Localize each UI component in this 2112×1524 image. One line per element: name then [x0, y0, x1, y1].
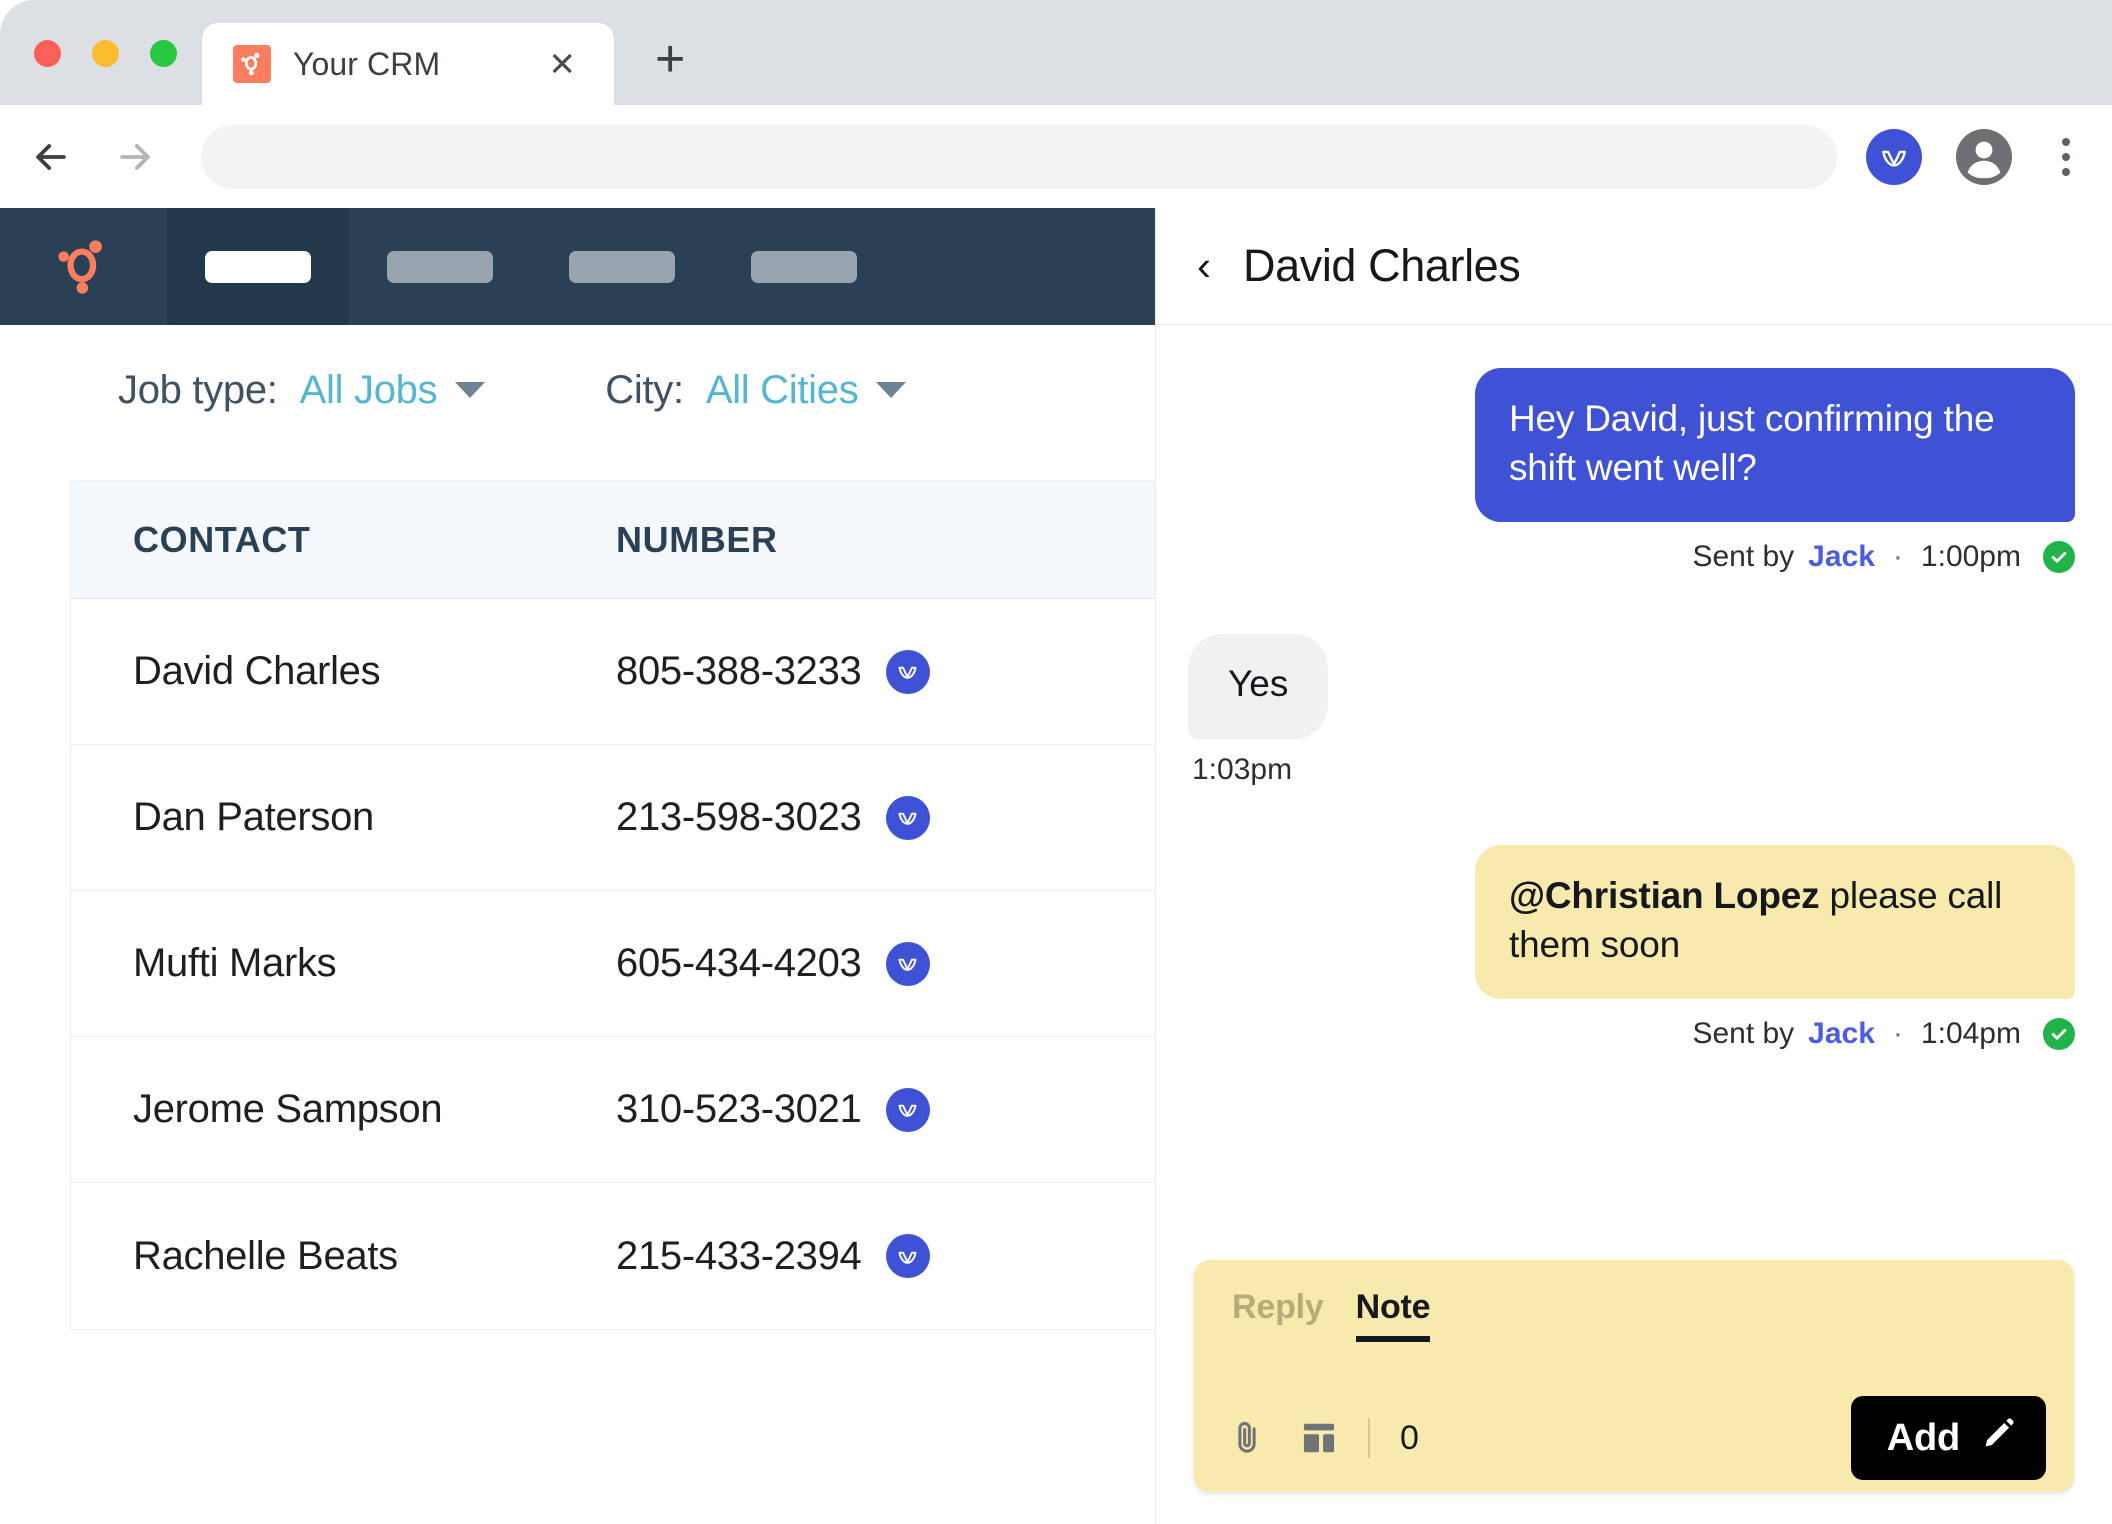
cell-contact: Jerome Sampson: [71, 1087, 616, 1132]
nav-item-label: [751, 251, 857, 283]
address-bar[interactable]: [201, 125, 1837, 189]
delivered-check-icon: [2043, 1018, 2075, 1050]
cell-number: 215-433-2394: [616, 1234, 1216, 1279]
new-tab-button[interactable]: +: [655, 33, 685, 85]
nav-item-3[interactable]: [531, 208, 713, 325]
maximize-window-button[interactable]: [150, 40, 177, 67]
browser-window: Your CRM ✕ +: [0, 0, 2112, 1524]
close-tab-button[interactable]: ✕: [548, 48, 576, 81]
column-header-number: NUMBER: [616, 519, 1216, 561]
message-bubble-text: Hey David, just confirming the shift wen…: [1475, 368, 2075, 522]
conversation-panel: ‹ David Charles Hey David, just confirmi…: [1155, 208, 2112, 1524]
weave-call-icon[interactable]: [886, 796, 930, 840]
paperclip-icon[interactable]: [1228, 1419, 1266, 1457]
composer-mode-tabs: Reply Note: [1194, 1260, 2074, 1342]
browser-tab[interactable]: Your CRM ✕: [202, 23, 614, 105]
weave-call-icon[interactable]: [886, 1088, 930, 1132]
minimize-window-button[interactable]: [92, 40, 119, 67]
filter-city-label: City:: [605, 368, 684, 413]
cell-number-text: 215-433-2394: [616, 1234, 862, 1279]
add-note-button-label: Add: [1887, 1417, 1960, 1460]
cell-number-text: 605-434-4203: [616, 941, 862, 986]
cell-number-text: 213-598-3023: [616, 795, 862, 840]
panel-header: ‹ David Charles: [1156, 208, 2112, 325]
nav-item-1[interactable]: [167, 208, 349, 325]
meta-separator: ·: [1893, 540, 1903, 574]
delivered-check-icon: [2043, 541, 2075, 573]
meta-separator: ·: [1893, 1017, 1903, 1051]
meta-time: 1:00pm: [1921, 540, 2021, 574]
page-title: David Charles: [1243, 240, 1520, 292]
profile-avatar-icon[interactable]: [1956, 129, 2012, 185]
character-count: 0: [1400, 1419, 1419, 1458]
meta-sender[interactable]: Jack: [1808, 540, 1875, 574]
cell-number: 310-523-3021: [616, 1087, 1216, 1132]
browser-actions: [1866, 129, 2086, 185]
message-incoming: Yes: [1156, 634, 2112, 738]
kebab-menu-icon[interactable]: [2046, 129, 2086, 185]
composer-toolbar: 0 Add: [1194, 1384, 2074, 1492]
filter-job-type-value[interactable]: All Jobs: [300, 368, 438, 413]
cell-number: 605-434-4203: [616, 941, 1216, 986]
cell-number-text: 310-523-3021: [616, 1087, 862, 1132]
message-meta: Sent by Jack · 1:00pm: [1156, 540, 2112, 574]
cell-contact: Rachelle Beats: [71, 1234, 616, 1279]
message-outgoing: Hey David, just confirming the shift wen…: [1156, 368, 2112, 522]
close-window-button[interactable]: [34, 40, 61, 67]
filter-job-type-label: Job type:: [118, 368, 278, 413]
meta-prefix: Sent by: [1692, 1017, 1794, 1051]
message-thread: Hey David, just confirming the shift wen…: [1156, 326, 2112, 1051]
tab-reply[interactable]: Reply: [1232, 1288, 1324, 1336]
nav-item-2[interactable]: [349, 208, 531, 325]
message-meta: 1:03pm: [1156, 753, 2112, 787]
weave-call-icon[interactable]: [886, 942, 930, 986]
browser-tab-title: Your CRM: [293, 46, 440, 83]
weave-extension-icon[interactable]: [1866, 129, 1922, 185]
chevron-left-icon[interactable]: ‹: [1197, 245, 1211, 287]
message-composer: Reply Note: [1194, 1260, 2074, 1492]
weave-call-icon[interactable]: [886, 1234, 930, 1278]
add-note-button[interactable]: Add: [1851, 1396, 2046, 1480]
template-layout-icon[interactable]: [1300, 1419, 1338, 1457]
window-traffic-lights: [34, 40, 177, 67]
nav-item-label: [205, 251, 311, 283]
cell-contact: David Charles: [71, 649, 616, 694]
tab-note[interactable]: Note: [1356, 1288, 1431, 1342]
crm-logo-icon: [233, 45, 271, 83]
arrow-right-icon[interactable]: [112, 134, 158, 180]
toolbar-divider: [1368, 1418, 1370, 1458]
meta-time: 1:04pm: [1921, 1017, 2021, 1051]
cell-number: 805-388-3233: [616, 649, 1216, 694]
weave-call-icon[interactable]: [886, 650, 930, 694]
app-navbar: [0, 208, 1155, 325]
mention-chip[interactable]: @Christian Lopez: [1509, 875, 1819, 916]
message-note: @Christian Lopez please call them soon: [1156, 845, 2112, 999]
meta-time: 1:03pm: [1192, 753, 1292, 786]
nav-item-label: [387, 251, 493, 283]
column-header-contact: CONTACT: [71, 519, 616, 561]
arrow-left-icon[interactable]: [28, 134, 74, 180]
filter-bar: Job type: All Jobs City: All Cities: [0, 325, 1155, 455]
nav-item-4[interactable]: [713, 208, 895, 325]
nav-item-label: [569, 251, 675, 283]
chevron-down-icon[interactable]: [876, 382, 906, 398]
browser-toolbar: [0, 105, 2112, 208]
cell-number-text: 805-388-3233: [616, 649, 862, 694]
filter-job-type: Job type: All Jobs: [118, 368, 485, 413]
message-meta: Sent by Jack · 1:04pm: [1156, 1017, 2112, 1051]
cell-contact: Dan Paterson: [71, 795, 616, 840]
meta-sender[interactable]: Jack: [1808, 1017, 1875, 1051]
app-logo-icon[interactable]: [0, 208, 167, 325]
app-viewport: Job type: All Jobs City: All Cities CONT…: [0, 208, 2112, 1524]
filter-city: City: All Cities: [605, 368, 906, 413]
pencil-icon: [1982, 1416, 2016, 1460]
meta-prefix: Sent by: [1692, 540, 1794, 574]
cell-contact: Mufti Marks: [71, 941, 616, 986]
message-bubble-text: Yes: [1188, 634, 1328, 738]
message-bubble-text: @Christian Lopez please call them soon: [1475, 845, 2075, 999]
filter-city-value[interactable]: All Cities: [706, 368, 859, 413]
chevron-down-icon[interactable]: [455, 382, 485, 398]
cell-number: 213-598-3023: [616, 795, 1216, 840]
browser-tab-bar: Your CRM ✕ +: [0, 0, 2112, 105]
